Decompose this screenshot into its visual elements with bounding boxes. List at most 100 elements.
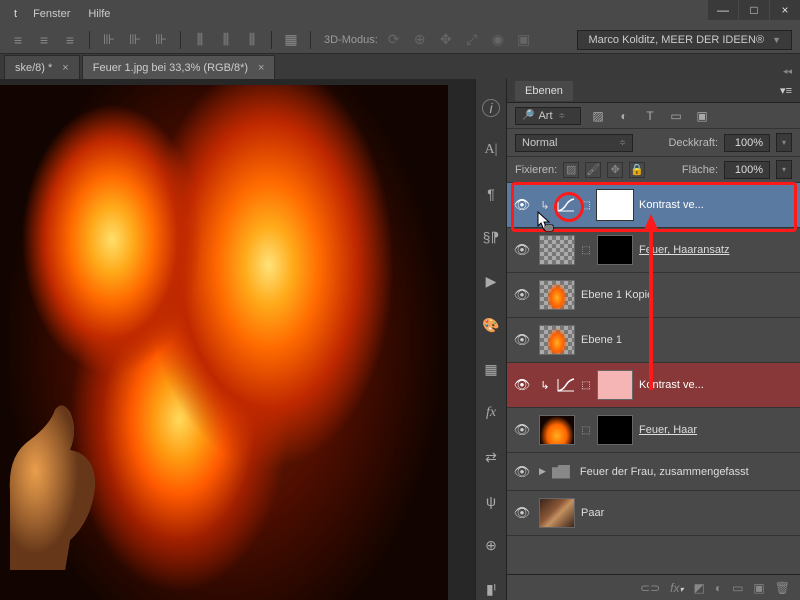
layer-name[interactable]: Feuer, Haar [639, 424, 796, 436]
distribute-icon[interactable]: ⊪ [99, 30, 119, 50]
layer-row[interactable]: 👁 Ebene 1 [507, 318, 800, 363]
layer-name[interactable]: Ebene 1 Kopie [581, 289, 796, 301]
visibility-toggle[interactable]: 👁 [511, 502, 533, 524]
new-group-icon[interactable]: ▭ [732, 581, 743, 595]
layer-thumbnail[interactable] [539, 325, 575, 355]
layer-fx-icon[interactable]: fx▾ [670, 581, 683, 595]
opacity-flyout[interactable]: ▾ [776, 133, 792, 152]
layer-thumbnail[interactable] [539, 415, 575, 445]
distribute-icon[interactable]: ⊪ [125, 30, 145, 50]
panel-tab-ebenen[interactable]: Ebenen [515, 81, 573, 101]
fill-flyout[interactable]: ▾ [776, 160, 792, 179]
3d-icon[interactable]: ▣ [514, 30, 534, 50]
collapse-icon[interactable]: ◂◂ [783, 66, 792, 77]
lock-transparency-icon[interactable]: ▨ [563, 162, 579, 178]
fill-input[interactable]: 100% [724, 161, 770, 179]
layer-row[interactable]: 👁 ↳ ⬚ Kontrast ve... [507, 363, 800, 408]
delete-layer-icon[interactable]: 🗑 [775, 581, 790, 595]
disclosure-triangle-icon[interactable]: ▶ [539, 466, 546, 477]
layer-mask-thumbnail[interactable] [597, 415, 633, 445]
menu-fenster[interactable]: Fenster [27, 6, 76, 22]
layer-name[interactable]: Kontrast ve... [639, 199, 796, 211]
link-layers-icon[interactable]: ⊂⊃ [640, 581, 660, 595]
distribute-icon[interactable]: ⊪ [151, 30, 171, 50]
adjustments-panel-icon[interactable]: ⇄ [480, 446, 502, 468]
layer-row[interactable]: 👁 Ebene 1 Kopie [507, 273, 800, 318]
document-tab[interactable]: ske/8) * × [4, 55, 80, 80]
distribute-icon[interactable]: ⫼ [242, 30, 262, 50]
visibility-toggle[interactable]: 👁 [511, 284, 533, 306]
filter-type-icon[interactable]: T [641, 108, 659, 124]
filter-pixel-icon[interactable]: ▨ [589, 108, 607, 124]
new-adjustment-icon[interactable]: ◐ [715, 581, 722, 595]
visibility-toggle[interactable]: 👁 [511, 194, 533, 216]
3d-icon[interactable]: ⊕ [410, 30, 430, 50]
minimize-button[interactable]: — [708, 0, 738, 20]
align-icon[interactable]: ≡ [34, 30, 54, 50]
brush-panel-icon[interactable]: ψ [480, 490, 502, 512]
close-icon[interactable]: × [62, 62, 68, 74]
close-button[interactable]: × [770, 0, 800, 20]
layer-group-row[interactable]: 👁 ▶ Feuer der Frau, zusammengefasst [507, 453, 800, 491]
layer-thumbnail[interactable] [539, 235, 575, 265]
distribute-icon[interactable]: ⫼ [190, 30, 210, 50]
new-layer-icon[interactable]: ▣ [753, 581, 764, 595]
layer-name[interactable]: Feuer der Frau, zusammengefasst [580, 466, 796, 478]
menu-hilfe[interactable]: Hilfe [82, 6, 116, 22]
filter-adjustment-icon[interactable]: ◐ [615, 108, 633, 124]
layer-name[interactable]: Ebene 1 [581, 334, 796, 346]
lock-position-icon[interactable]: ✥ [607, 162, 623, 178]
blend-mode-dropdown[interactable]: Normal ≑ [515, 134, 633, 152]
3d-icon[interactable]: ◉ [488, 30, 508, 50]
info-panel-icon[interactable]: i [482, 99, 500, 117]
align-icon[interactable]: ≡ [8, 30, 28, 50]
layer-row[interactable]: 👁 ⬚ Feuer, Haar [507, 408, 800, 453]
link-icon[interactable]: ⬚ [581, 380, 591, 391]
document-tab[interactable]: Feuer 1.jpg bei 33,3% (RGB/8*) × [82, 55, 276, 80]
filter-smart-icon[interactable]: ▣ [693, 108, 711, 124]
add-mask-icon[interactable]: ◩ [693, 581, 704, 595]
link-icon[interactable]: ⬚ [581, 200, 591, 211]
layer-mask-thumbnail[interactable] [597, 190, 633, 220]
link-icon[interactable]: ⬚ [581, 425, 591, 436]
panel-menu[interactable]: ▾≡ [780, 84, 792, 97]
layer-name[interactable]: Kontrast ve... [639, 379, 796, 391]
canvas-area[interactable] [0, 79, 475, 600]
navigator-panel-icon[interactable]: ▶ [480, 271, 502, 293]
link-icon[interactable]: ⬚ [581, 245, 591, 256]
visibility-toggle[interactable]: 👁 [511, 461, 533, 483]
lock-pixels-icon[interactable]: 🖌 [585, 162, 601, 178]
visibility-toggle[interactable]: 👁 [511, 374, 533, 396]
layer-name[interactable]: Paar [581, 507, 796, 519]
layer-row[interactable]: 👁 ⬚ Feuer, Haaransatz [507, 228, 800, 273]
paragraph-panel-icon[interactable]: ¶ [480, 183, 502, 205]
character-panel-icon[interactable]: A| [480, 139, 502, 161]
layer-mask-thumbnail[interactable] [597, 235, 633, 265]
layer-thumbnail[interactable] [539, 280, 575, 310]
visibility-toggle[interactable]: 👁 [511, 239, 533, 261]
distribute-icon[interactable]: ⫼ [216, 30, 236, 50]
filter-type-dropdown[interactable]: 🔎 Art ≑ [515, 107, 581, 125]
swatches-panel-icon[interactable]: ▦ [480, 359, 502, 381]
3d-icon[interactable]: ⤢ [462, 30, 482, 50]
3d-icon[interactable]: ✥ [436, 30, 456, 50]
styles-panel-icon[interactable]: §⁋ [480, 227, 502, 249]
layer-mask-thumbnail[interactable] [597, 370, 633, 400]
3d-icon[interactable]: ⟳ [384, 30, 404, 50]
layer-name[interactable]: Feuer, Haaransatz [639, 244, 796, 256]
clone-panel-icon[interactable]: ⊕ [480, 534, 502, 556]
auto-align-icon[interactable]: ▦ [281, 30, 301, 50]
styles-panel-icon[interactable]: fx [480, 402, 502, 424]
user-account-dropdown[interactable]: Marco Kolditz, MEER DER IDEEN® ▼ [577, 30, 792, 50]
align-icon[interactable]: ≡ [60, 30, 80, 50]
color-panel-icon[interactable]: 🎨 [480, 315, 502, 337]
layer-row[interactable]: 👁 ↳ ⬚ Kontrast ve... [507, 183, 800, 228]
histogram-panel-icon[interactable]: ▮ᴵ [480, 578, 502, 600]
maximize-button[interactable]: □ [739, 0, 769, 20]
visibility-toggle[interactable]: 👁 [511, 419, 533, 441]
lock-all-icon[interactable]: 🔒 [629, 162, 645, 178]
layer-row[interactable]: 👁 Paar [507, 491, 800, 536]
close-icon[interactable]: × [258, 62, 264, 74]
filter-shape-icon[interactable]: ▭ [667, 108, 685, 124]
layer-thumbnail[interactable] [539, 498, 575, 528]
